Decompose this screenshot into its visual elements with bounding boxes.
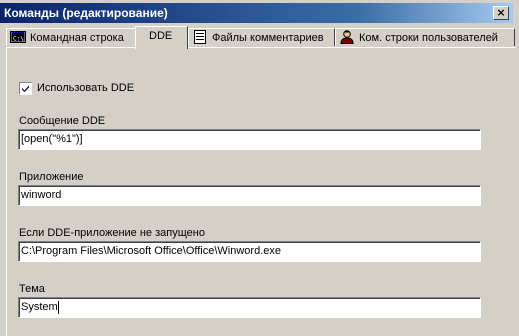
tab-command-line[interactable]: C:\ Командная строка <box>6 28 136 46</box>
tab-user-command-lines-label: Ком. строки пользователей <box>359 32 498 44</box>
dde-message-label: Сообщение DDE <box>19 115 106 127</box>
tab-comment-files[interactable]: Файлы комментариев <box>188 28 335 46</box>
if-not-running-value: C:\Program Files\Microsoft Office\Office… <box>21 245 281 257</box>
tab-dde-label: DDE <box>149 30 173 42</box>
application-value: winword <box>21 189 62 201</box>
tab-user-command-lines[interactable]: Ком. строки пользователей <box>335 28 515 46</box>
close-button[interactable]: × <box>493 6 509 20</box>
topic-value: System <box>21 301 58 313</box>
dde-message-field[interactable]: [open("%1")] <box>18 129 481 150</box>
application-label: Приложение <box>19 171 84 183</box>
window-title: Команды (редактирование) <box>4 6 168 20</box>
application-field[interactable]: winword <box>18 185 481 206</box>
topic-field[interactable]: System <box>18 297 481 318</box>
checkmark-icon <box>22 85 29 92</box>
use-dde-label: Использовать DDE <box>37 82 135 94</box>
document-icon <box>192 30 208 45</box>
tab-comment-files-label: Файлы комментариев <box>212 32 324 44</box>
user-icon <box>339 30 355 45</box>
command-prompt-icon: C:\ <box>10 30 26 44</box>
topic-label: Тема <box>19 283 45 295</box>
if-not-running-field[interactable]: C:\Program Files\Microsoft Office\Office… <box>18 241 481 262</box>
tab-dde[interactable]: DDE <box>135 26 188 49</box>
text-caret <box>57 301 59 314</box>
edit-commands-dialog: Команды (редактирование) × C:\ Командная… <box>0 0 519 336</box>
tab-command-line-label: Командная строка <box>30 32 124 44</box>
topic-text-wrap: System <box>21 301 59 314</box>
tab-strip: C:\ Командная строка DDE Файлы комментар… <box>6 26 516 49</box>
dde-message-value: [open("%1")] <box>21 133 83 145</box>
title-bar[interactable]: Команды (редактирование) × <box>0 3 513 23</box>
if-not-running-label: Если DDE-приложение не запущено <box>19 227 205 239</box>
svg-text:C:\: C:\ <box>13 36 24 43</box>
use-dde-checkbox[interactable] <box>19 82 32 95</box>
